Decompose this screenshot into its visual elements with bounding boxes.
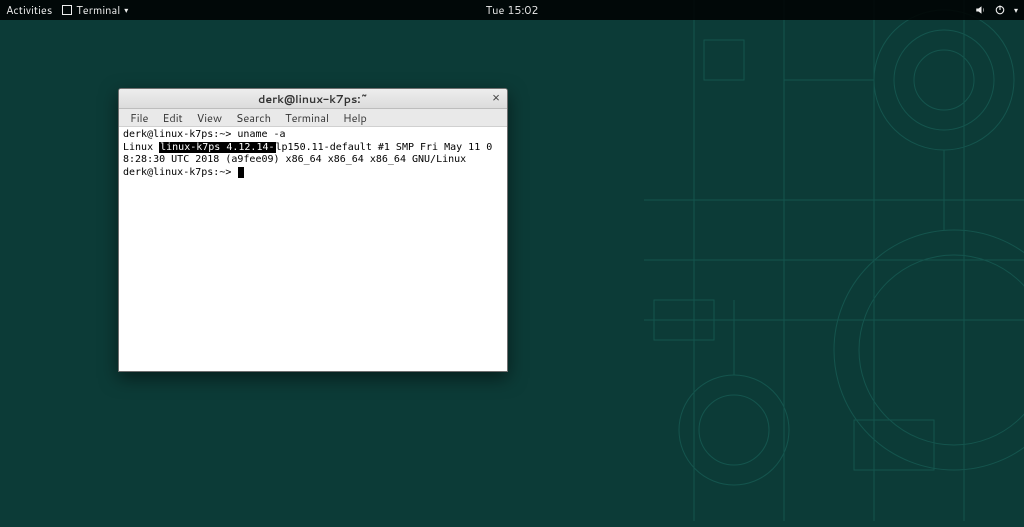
app-menu-label: Terminal	[76, 2, 120, 18]
menu-search[interactable]: Search	[229, 109, 278, 127]
prompt-line-2: derk@linux-k7ps:~>	[123, 167, 244, 178]
window-title: derk@linux-k7ps:~	[119, 91, 507, 107]
menu-edit[interactable]: Edit	[155, 109, 189, 127]
prompt-line-1: derk@linux-k7ps:~> uname -a	[123, 129, 286, 140]
window-titlebar[interactable]: derk@linux-k7ps:~ ×	[119, 89, 507, 109]
chevron-down-icon: ▾	[1014, 4, 1018, 16]
uname-output: Linux linux-k7ps 4.12.14-lp150.11-defaul…	[123, 142, 492, 166]
close-button[interactable]: ×	[489, 91, 503, 105]
terminal-menubar: File Edit View Search Terminal Help	[119, 109, 507, 127]
activities-button[interactable]: Activities	[6, 2, 52, 18]
menu-view[interactable]: View	[190, 109, 229, 127]
chevron-down-icon: ▾	[124, 4, 128, 16]
menu-file[interactable]: File	[123, 109, 155, 127]
app-menu-button[interactable]: Terminal ▾	[62, 2, 128, 18]
uname-highlight: linux-k7ps 4.12.14-	[159, 142, 275, 153]
status-area[interactable]: ▾	[974, 4, 1018, 16]
cursor-block	[238, 167, 244, 178]
clock-label[interactable]: Tue 15:02	[486, 2, 539, 18]
terminal-app-icon	[62, 5, 72, 15]
gnome-top-bar: Activities Terminal ▾ Tue 15:02 ▾	[0, 0, 1024, 20]
terminal-output-area[interactable]: derk@linux-k7ps:~> uname -a Linux linux-…	[119, 127, 507, 371]
wallpaper-decoration	[644, 0, 1024, 521]
volume-icon	[974, 4, 986, 16]
close-icon: ×	[492, 90, 500, 105]
menu-help[interactable]: Help	[336, 109, 374, 127]
power-icon	[994, 4, 1006, 16]
terminal-window: derk@linux-k7ps:~ × File Edit View Searc…	[118, 88, 508, 372]
menu-terminal[interactable]: Terminal	[278, 109, 336, 127]
